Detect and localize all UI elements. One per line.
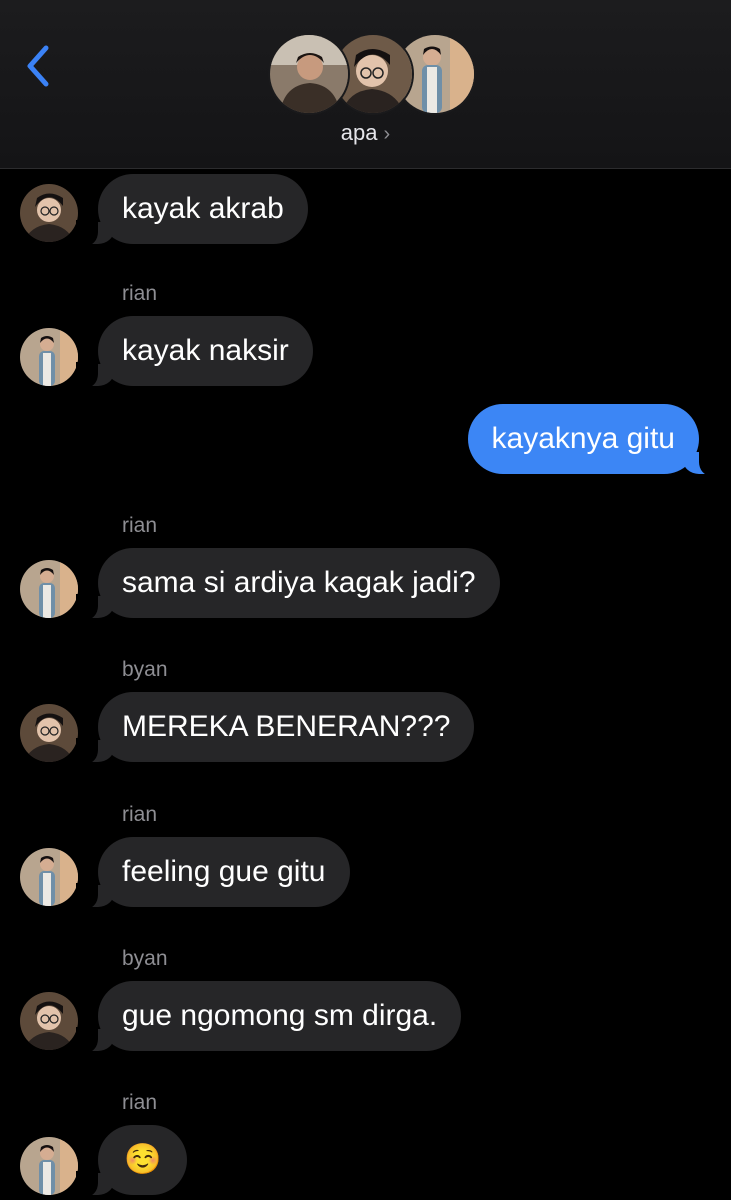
sender-name: rian — [122, 803, 158, 826]
group-name[interactable]: apa › — [0, 120, 731, 146]
avatar-byan[interactable] — [20, 704, 78, 762]
sender-name: byan — [122, 947, 168, 970]
chevron-left-icon — [27, 45, 49, 87]
back-button[interactable] — [20, 40, 60, 92]
message-bubble[interactable]: sama si ardiya kagak jadi? — [76, 548, 500, 620]
avatar-rian[interactable] — [20, 1137, 78, 1195]
avatar-rian[interactable] — [20, 848, 78, 906]
sender-name: rian — [122, 514, 158, 537]
sender-name: rian — [122, 1091, 158, 1114]
avatar-byan[interactable] — [20, 184, 78, 242]
message-bubble[interactable]: MEREKA BENERAN??? — [75, 692, 475, 764]
conversation-header: apa › — [0, 0, 731, 169]
chevron-right-icon: › — [383, 123, 391, 145]
avatar — [268, 33, 350, 115]
message-bubble[interactable]: ☺️ — [75, 1125, 188, 1197]
avatar-rian[interactable] — [20, 560, 78, 618]
group-avatars[interactable] — [268, 33, 476, 115]
avatar-byan[interactable] — [20, 992, 78, 1050]
avatar-rian[interactable] — [20, 328, 78, 386]
message-bubble[interactable]: kayak naksir — [76, 316, 313, 388]
group-name-label: apa — [340, 120, 378, 145]
message-bubble[interactable]: feeling gue gitu — [76, 837, 350, 909]
message-bubble-outgoing[interactable]: kayaknya gitu — [467, 404, 722, 476]
sender-name: byan — [122, 658, 168, 681]
message-bubble[interactable]: gue ngomong sm dirga. — [75, 981, 462, 1053]
message-bubble[interactable]: kayak akrab — [76, 174, 308, 246]
sender-name: rian — [122, 282, 158, 305]
